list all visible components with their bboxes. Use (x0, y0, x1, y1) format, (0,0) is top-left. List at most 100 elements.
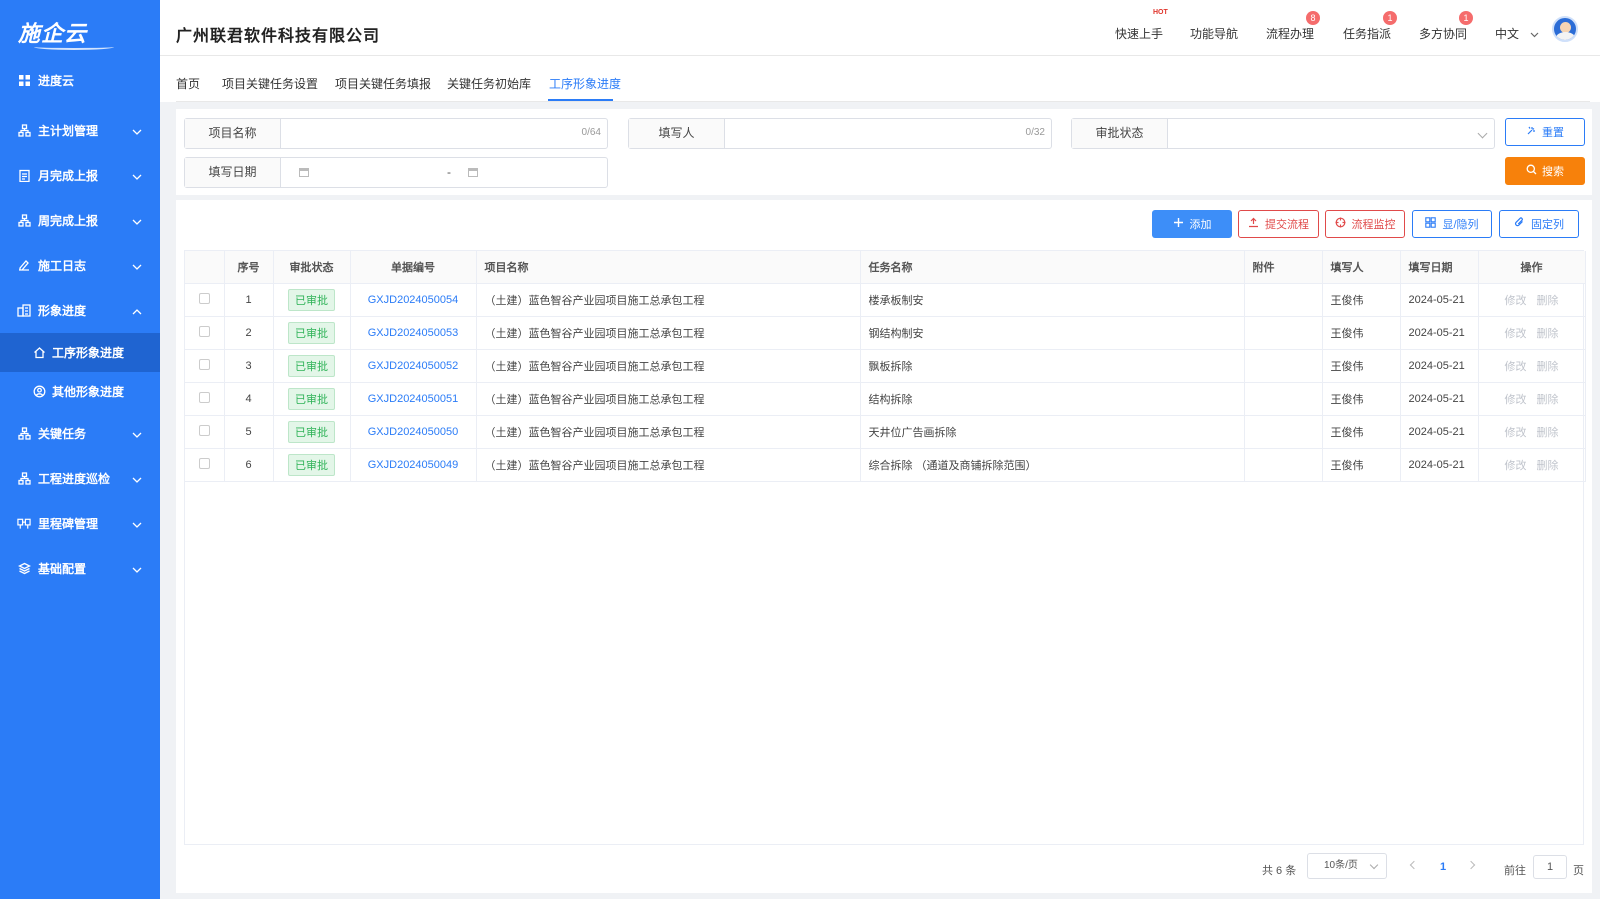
prev-page-icon[interactable] (1409, 860, 1419, 870)
delete-button[interactable]: 删除 (1537, 427, 1559, 439)
collab-link[interactable]: 多方协同 1 (1419, 11, 1474, 42)
date-range-input[interactable]: - (281, 158, 607, 187)
goto-label: 前往 (1504, 865, 1526, 877)
tab-key-task-setting[interactable]: 项目关键任务设置 (222, 75, 318, 92)
sidebar-item-image-progress[interactable]: 形象进度 (0, 288, 160, 333)
sidebar-item-base-config[interactable]: 基础配置 (0, 546, 160, 591)
edit-button[interactable]: 修改 (1505, 295, 1527, 307)
row-actions: 修改 删除 (1478, 316, 1586, 350)
delete-button[interactable]: 删除 (1537, 460, 1559, 472)
row-checkbox[interactable] (198, 292, 210, 304)
status-field: 审批状态 (1071, 118, 1495, 149)
column-header-project: 项目名称 (476, 251, 861, 284)
column-header-code: 单据编号 (350, 251, 477, 284)
project-name-input[interactable]: 0/64 (281, 119, 607, 148)
submit-flow-button[interactable]: 提交流程 (1238, 210, 1319, 238)
search-button[interactable]: 搜索 (1505, 157, 1585, 185)
row-no: 3 (224, 349, 274, 383)
flow-handle-link[interactable]: 流程办理 8 (1266, 11, 1321, 42)
document-code-link[interactable]: GXJD2024050050 (368, 426, 459, 438)
edit-button[interactable]: 修改 (1505, 361, 1527, 373)
sidebar-item-weekly-report[interactable]: 周完成上报 (0, 198, 160, 243)
row-checkbox[interactable] (198, 325, 210, 337)
row-checkbox[interactable] (198, 457, 210, 469)
sidebar-item-key-tasks[interactable]: 关键任务 (0, 411, 160, 456)
document-code-link[interactable]: GXJD2024050052 (368, 360, 459, 372)
tab-process-progress[interactable]: 工序形象进度 (549, 75, 621, 92)
tab-key-task-library[interactable]: 关键任务初始库 (447, 75, 531, 92)
chevron-down-icon (132, 564, 142, 574)
document-code-link[interactable]: GXJD2024050049 (368, 459, 459, 471)
tab-key-task-report[interactable]: 项目关键任务填报 (335, 75, 431, 92)
filler-input[interactable]: 0/32 (725, 119, 1051, 148)
document-code-link[interactable]: GXJD2024050054 (368, 294, 459, 306)
row-filler: 王俊伟 (1322, 349, 1401, 383)
sidebar-item-label: 周完成上报 (38, 214, 99, 228)
edit-button[interactable]: 修改 (1505, 394, 1527, 406)
next-page-icon[interactable] (1466, 860, 1476, 870)
language-select[interactable]: 中文 (1495, 25, 1539, 42)
add-button[interactable]: 添加 (1152, 210, 1232, 238)
tab-home[interactable]: 首页 (176, 75, 200, 92)
sidebar-item-construction-log[interactable]: 施工日志 (0, 243, 160, 288)
status-badge: 已审批 (288, 453, 335, 476)
function-nav-link[interactable]: 功能导航 (1190, 25, 1238, 42)
home-icon (33, 346, 46, 359)
sidebar-subitem-other-progress[interactable]: 其他形象进度 (0, 372, 160, 411)
chevron-down-icon (1530, 28, 1539, 42)
row-no: 2 (224, 316, 274, 350)
row-code-cell: GXJD2024050053 (350, 316, 477, 350)
row-date: 2024-05-21 (1400, 349, 1479, 383)
task-assign-link[interactable]: 任务指派 1 (1343, 11, 1398, 42)
row-task: 飘板拆除 (860, 349, 1245, 383)
sidebar-item-progress-cloud[interactable]: 进度云 (0, 66, 160, 94)
goto-page-input[interactable]: 1 (1533, 855, 1567, 879)
row-checkbox[interactable] (198, 391, 210, 403)
row-status-cell: 已审批 (273, 283, 351, 317)
sidebar-item-milestones[interactable]: 里程碑管理 (0, 501, 160, 546)
delete-button[interactable]: 删除 (1537, 361, 1559, 373)
sidebar-item-monthly-report[interactable]: 月完成上报 (0, 153, 160, 198)
row-attachment (1244, 382, 1323, 416)
sidebar-item-label: 进度云 (38, 73, 75, 88)
chevron-up-icon (132, 306, 142, 316)
project-name-field: 项目名称 0/64 (184, 118, 608, 149)
chevron-down-icon (1477, 128, 1488, 139)
delete-button[interactable]: 删除 (1537, 295, 1559, 307)
page-tabs: 首页 项目关键任务设置 项目关键任务填报 关键任务初始库 工序形象进度 (160, 56, 1600, 102)
sidebar-item-label: 工程进度巡检 (38, 472, 111, 486)
pagination-total: 共 6 条 (1262, 865, 1297, 877)
flow-monitor-button[interactable]: 流程监控 (1325, 210, 1405, 238)
delete-button[interactable]: 删除 (1537, 328, 1559, 340)
status-badge: 已审批 (288, 354, 335, 377)
fix-columns-button[interactable]: 固定列 (1499, 210, 1579, 238)
status-select[interactable] (1168, 119, 1494, 148)
sidebar-item-master-plan[interactable]: 主计划管理 (0, 108, 160, 153)
document-code-link[interactable]: GXJD2024050053 (368, 327, 459, 339)
row-checkbox[interactable] (198, 358, 210, 370)
column-header-filler: 填写人 (1322, 251, 1401, 284)
quick-start-link[interactable]: 快速上手 HOT (1115, 9, 1168, 42)
document-code-link[interactable]: GXJD2024050051 (368, 393, 459, 405)
edit-button[interactable]: 修改 (1505, 460, 1527, 472)
avatar[interactable] (1552, 16, 1578, 42)
toggle-columns-button[interactable]: 显/隐列 (1412, 210, 1492, 238)
fix-columns-label: 固定列 (1531, 219, 1564, 231)
reset-button[interactable]: 重置 (1505, 118, 1585, 146)
chevron-down-icon (132, 261, 142, 271)
row-project: （土建）蓝色智谷产业园项目施工总承包工程 (476, 283, 861, 317)
row-checkbox[interactable] (198, 424, 210, 436)
edit-button[interactable]: 修改 (1505, 427, 1527, 439)
building-icon (17, 304, 31, 318)
edit-button[interactable]: 修改 (1505, 328, 1527, 340)
page-size-select[interactable]: 10条/页 (1307, 853, 1387, 879)
sidebar-subitem-process-progress[interactable]: 工序形象进度 (0, 333, 160, 372)
hierarchy-icon (17, 427, 31, 441)
plus-icon (1173, 217, 1184, 231)
current-page[interactable]: 1 (1440, 861, 1446, 873)
table-header-row: 序号 审批状态 单据编号 项目名称 任务名称 附件 填写人 填写日期 操作 (185, 251, 1586, 284)
sidebar-item-progress-inspection[interactable]: 工程进度巡检 (0, 456, 160, 501)
row-code-cell: GXJD2024050052 (350, 349, 477, 383)
delete-button[interactable]: 删除 (1537, 394, 1559, 406)
function-nav-label: 功能导航 (1190, 27, 1239, 41)
